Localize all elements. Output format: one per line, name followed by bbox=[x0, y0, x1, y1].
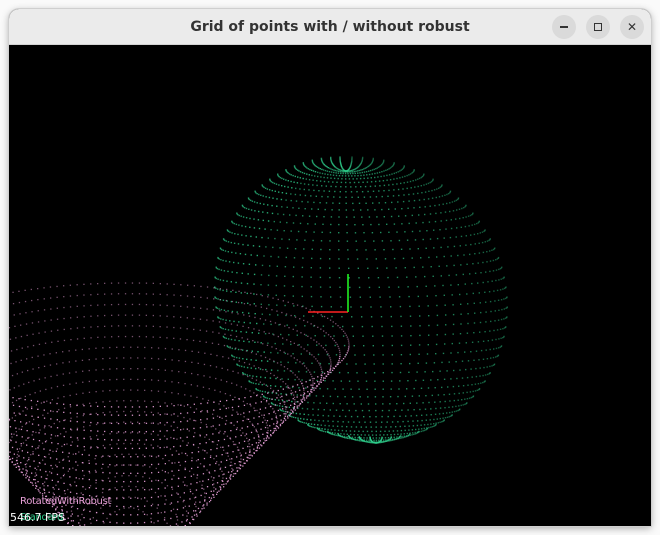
minimize-button[interactable] bbox=[552, 15, 576, 39]
app-window: Grid of points with / without robust ✕ R… bbox=[9, 9, 651, 526]
fps-counter: 546.7 FPS bbox=[10, 511, 65, 524]
minimize-icon bbox=[560, 25, 568, 28]
close-button[interactable]: ✕ bbox=[620, 15, 644, 39]
standard-point-grid bbox=[214, 156, 508, 444]
maximize-button[interactable] bbox=[586, 15, 610, 39]
axis-gizmo bbox=[308, 274, 349, 313]
maximize-icon bbox=[594, 22, 602, 31]
render-viewport[interactable]: RotatedWithRobust Standard 546.7 FPS bbox=[9, 45, 651, 526]
point-cloud-scene bbox=[9, 156, 508, 526]
rotated-point-grid bbox=[9, 282, 350, 526]
close-icon: ✕ bbox=[626, 20, 638, 34]
title-bar[interactable]: Grid of points with / without robust ✕ bbox=[9, 9, 651, 45]
legend-rotated-label: RotatedWithRobust bbox=[20, 496, 112, 507]
